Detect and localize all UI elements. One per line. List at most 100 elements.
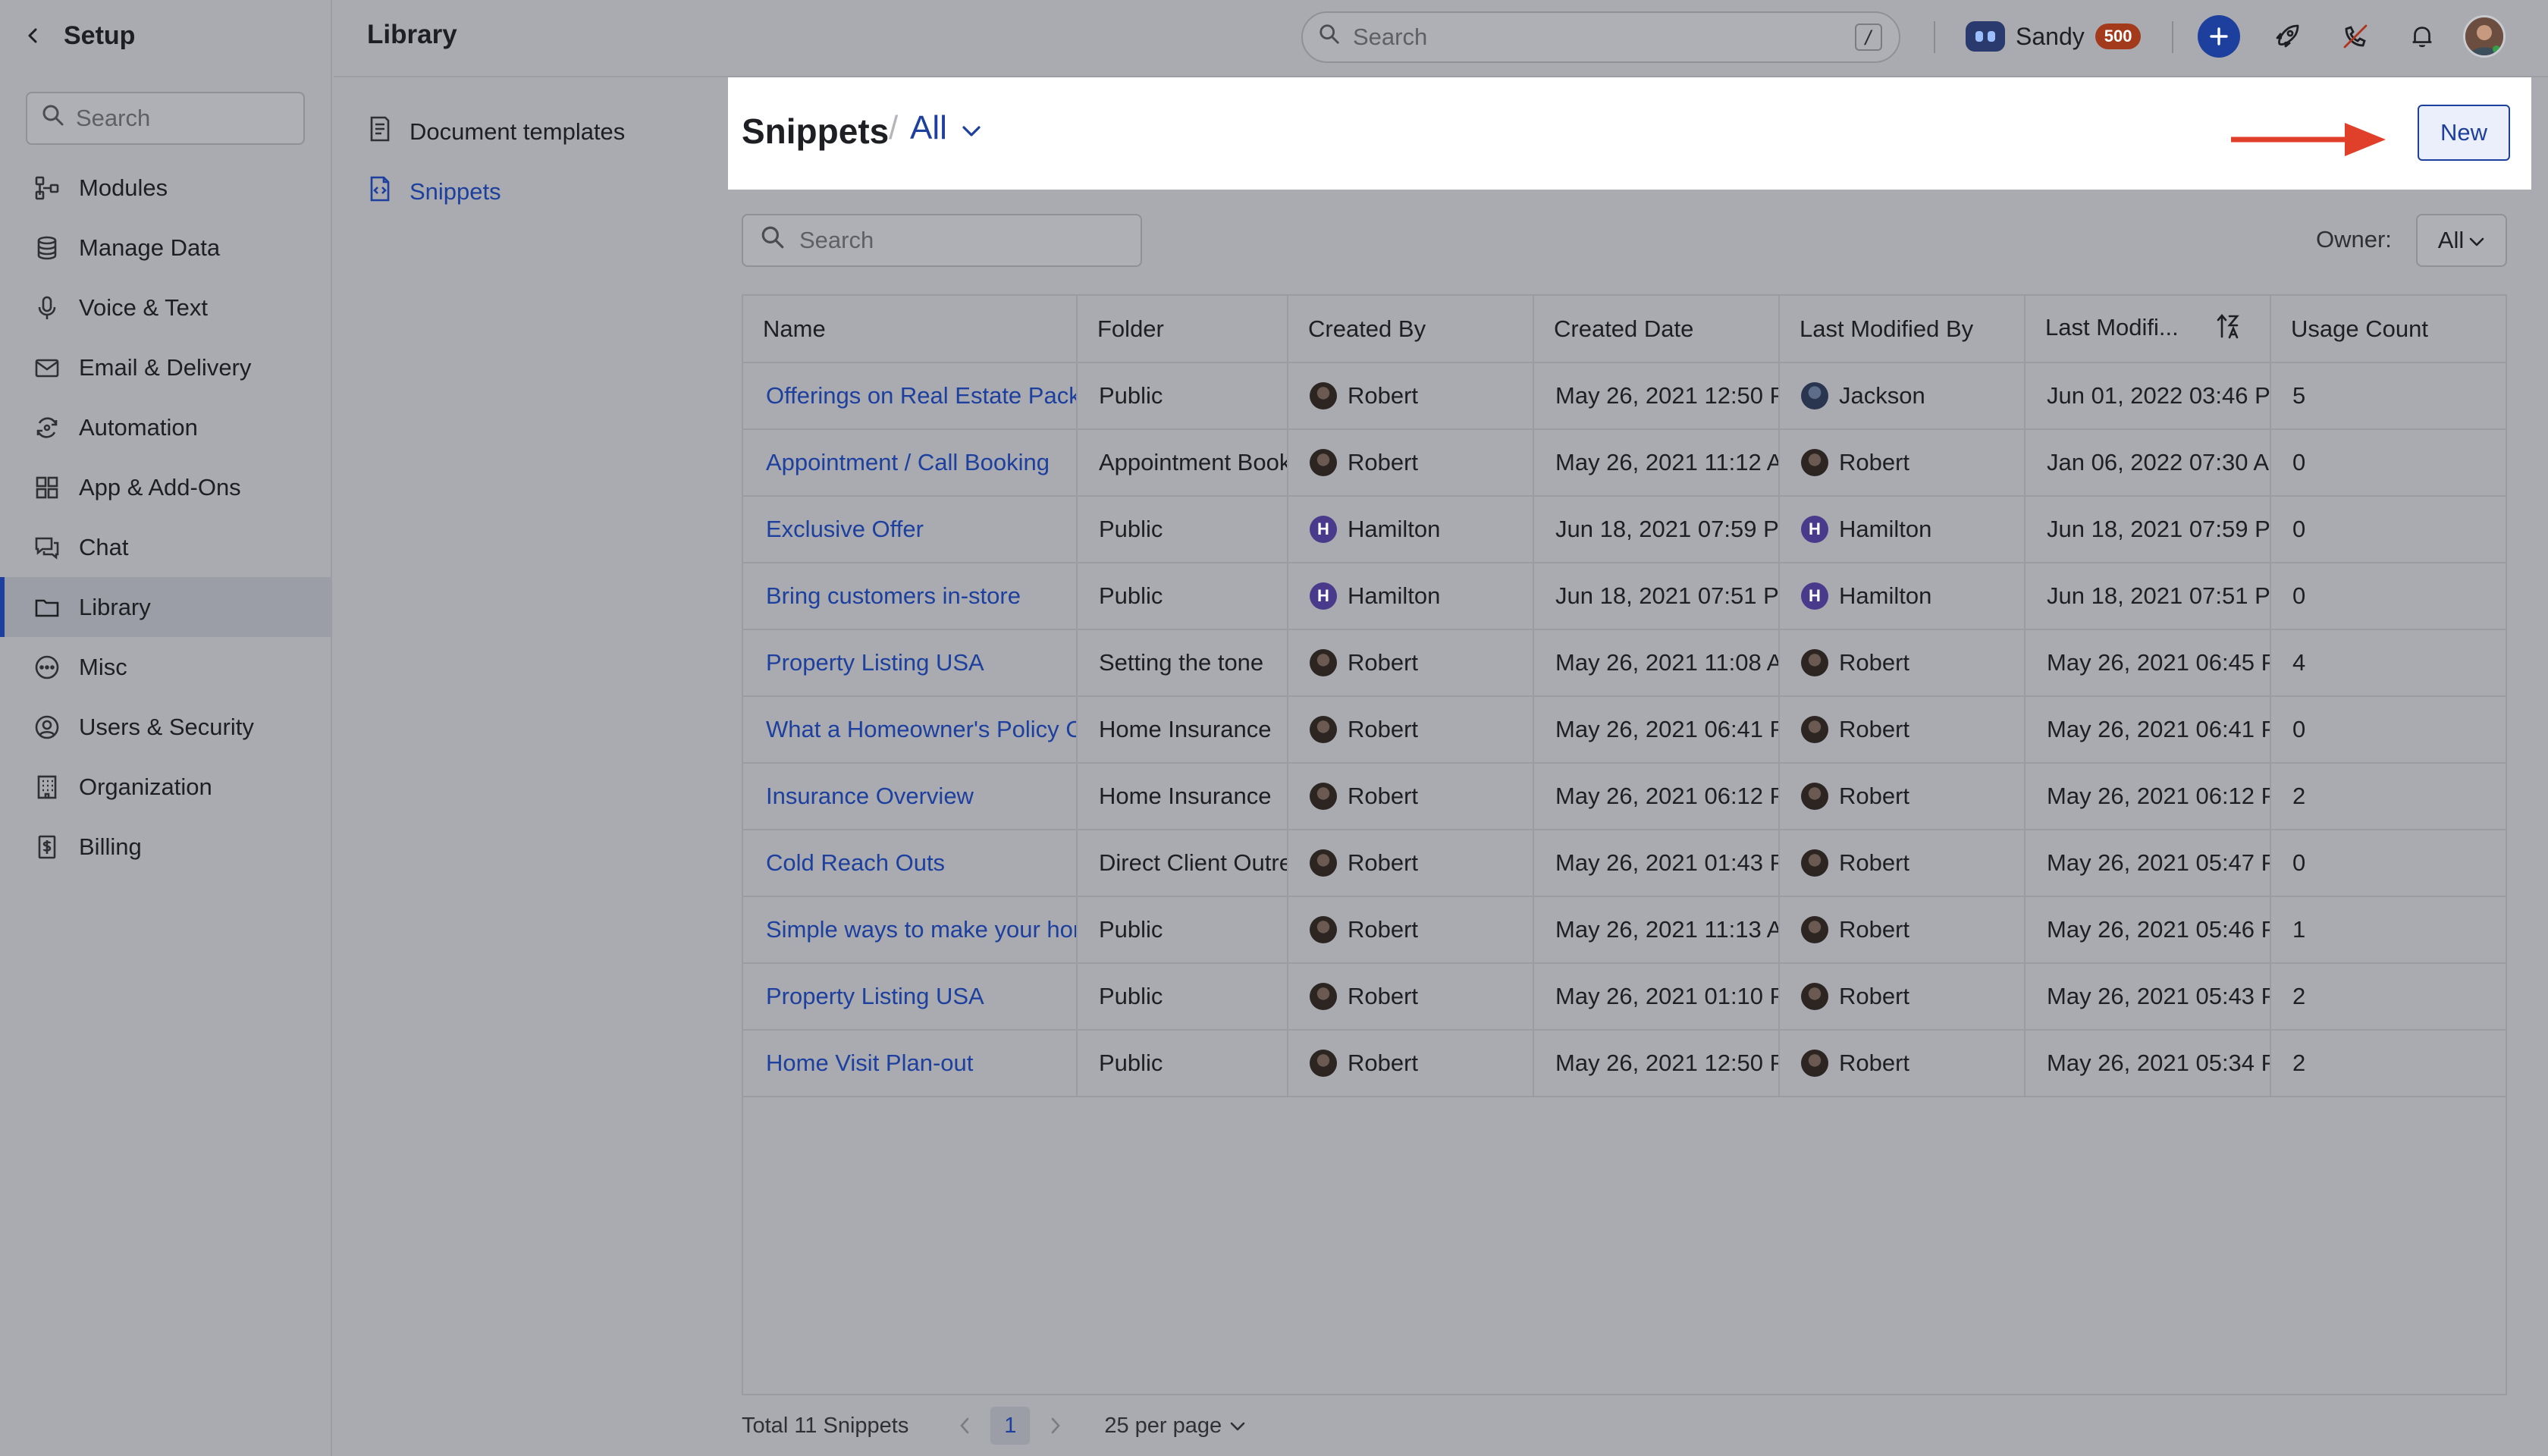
created-date-cell: May 26, 2021 11:13 AM xyxy=(1533,896,1780,964)
sidebar-menu: Modules Manage Data Voice & Text Email &… xyxy=(0,158,331,877)
folder-filter-dropdown[interactable]: All xyxy=(910,109,982,147)
chevron-down-icon xyxy=(961,109,982,147)
owner-filter-value: All xyxy=(2437,227,2465,253)
modified-date-cell: May 26, 2021 05:47 PM xyxy=(2025,830,2271,897)
snippet-name-link[interactable]: Appointment / Call Booking xyxy=(743,429,1078,497)
table-row[interactable]: What a Homeowner's Policy CoversHome Ins… xyxy=(743,696,2506,764)
table-row[interactable]: Bring customers in-store Public H Hamilton J… xyxy=(743,563,2506,630)
column-header-name[interactable]: Name xyxy=(743,296,1078,363)
snippet-name-link[interactable]: Property Listing USA xyxy=(743,963,1078,1031)
folder-cell: Public xyxy=(1077,563,1288,630)
table-row[interactable]: Property Listing USA Setting the tone Robe… xyxy=(743,629,2506,697)
lib-item-snippets[interactable]: Snippets xyxy=(334,162,728,221)
snippet-search-placeholder: Search xyxy=(799,227,874,253)
user-avatar[interactable] xyxy=(2463,15,2506,58)
sidebar-item-misc[interactable]: Misc xyxy=(0,637,331,697)
bell-icon[interactable] xyxy=(2401,15,2443,58)
person-name: Robert xyxy=(1839,916,1910,943)
chevron-down-icon xyxy=(1229,1414,1246,1439)
sort-icon[interactable] xyxy=(2215,312,2241,346)
usage-count-cell: 0 xyxy=(2270,496,2506,563)
sidebar-item-app-add-ons[interactable]: App & Add-Ons xyxy=(0,457,331,517)
global-search-input[interactable]: Search / xyxy=(1301,11,1900,63)
folder-icon xyxy=(32,592,62,623)
chevron-right-icon[interactable] xyxy=(1042,1415,1069,1436)
sidebar-item-manage-data[interactable]: Manage Data xyxy=(0,218,331,278)
sidebar-item-label: App & Add-Ons xyxy=(79,473,241,500)
sidebar-item-label: Automation xyxy=(79,413,198,441)
add-icon[interactable] xyxy=(2198,15,2240,58)
snippet-name-link[interactable]: Offerings on Real Estate Packages xyxy=(743,362,1078,430)
lib-item-document-templates[interactable]: Document templates xyxy=(334,102,728,162)
page-size-select[interactable]: 25 per page xyxy=(1104,1414,1246,1439)
chevron-left-icon[interactable] xyxy=(951,1415,978,1436)
phone-off-icon[interactable] xyxy=(2334,15,2377,58)
table-row[interactable]: Cold Reach OutsDirect Client Outreach Rob… xyxy=(743,830,2506,897)
avatar xyxy=(1801,783,1828,810)
usage-count-cell: 2 xyxy=(2270,1030,2506,1097)
table-row[interactable]: Exclusive Offer Public H Hamilton Jun 18, 20… xyxy=(743,496,2506,563)
sidebar-item-label: Library xyxy=(79,593,151,620)
table-row[interactable]: Simple ways to make your home Public Rober… xyxy=(743,896,2506,964)
sidebar-search-input[interactable]: Search xyxy=(26,92,305,145)
search-shortcut-key: / xyxy=(1855,24,1882,51)
user-credits[interactable]: Sandy 500 xyxy=(1966,17,2142,56)
sidebar-item-organization[interactable]: Organization xyxy=(0,757,331,817)
sidebar-item-voice-text[interactable]: Voice & Text xyxy=(0,278,331,337)
table-row[interactable]: Appointment / Call Booking Appointment Bo… xyxy=(743,429,2506,497)
column-header-folder[interactable]: Folder xyxy=(1077,296,1288,363)
snippet-name-link[interactable]: Home Visit Plan-out xyxy=(743,1030,1078,1097)
avatar xyxy=(1310,649,1337,676)
snippet-name-link[interactable]: Exclusive Offer xyxy=(743,496,1078,563)
created-by-cell: Robert xyxy=(1288,830,1534,897)
table-row[interactable]: Property Listing USA Public Robert May 26, … xyxy=(743,963,2506,1031)
sidebar-item-automation[interactable]: Automation xyxy=(0,397,331,457)
snippet-name-link[interactable]: What a Homeowner's Policy Covers xyxy=(743,696,1078,764)
snippet-search-input[interactable]: Search xyxy=(742,214,1142,267)
sidebar-item-users-security[interactable]: Users & Security xyxy=(0,697,331,757)
sidebar-header: Setup xyxy=(0,0,331,71)
sidebar-item-email-delivery[interactable]: Email & Delivery xyxy=(0,337,331,397)
back-arrow-icon[interactable] xyxy=(23,26,42,46)
created-by-cell: Robert xyxy=(1288,429,1534,497)
created-by-cell: Robert xyxy=(1288,896,1534,964)
folder-cell: Public xyxy=(1077,1030,1288,1097)
page-button-current[interactable]: 1 xyxy=(990,1407,1031,1445)
sidebar-item-billing[interactable]: Billing xyxy=(0,817,331,877)
modified-date-cell: May 26, 2021 06:12 PM xyxy=(2025,763,2271,830)
created-date-cell: May 26, 2021 01:43 PM xyxy=(1533,830,1780,897)
person-name: Robert xyxy=(1839,716,1910,742)
owner-filter-select[interactable]: All xyxy=(2416,214,2507,267)
usage-count-cell: 2 xyxy=(2270,963,2506,1031)
folder-cell: Appointment Booking xyxy=(1077,429,1288,497)
sidebar-item-library[interactable]: Library xyxy=(0,577,331,637)
usage-count-cell: 1 xyxy=(2270,896,2506,964)
column-header-created-date[interactable]: Created Date xyxy=(1533,296,1780,363)
table-row[interactable]: Home Visit Plan-out Public Robert May 26, 2… xyxy=(743,1030,2506,1097)
page-title: Library xyxy=(367,20,457,49)
sidebar-item-chat[interactable]: Chat xyxy=(0,517,331,577)
snippet-name-link[interactable]: Simple ways to make your home xyxy=(743,896,1078,964)
created-by-cell: H Hamilton xyxy=(1288,563,1534,630)
person-name: Hamilton xyxy=(1348,582,1441,609)
person-name: Jackson xyxy=(1839,382,1925,409)
new-snippet-button[interactable]: New xyxy=(2418,105,2510,161)
top-bar: Library Search / Sandy 500 xyxy=(334,0,2548,77)
snippet-name-link[interactable]: Insurance Overview xyxy=(743,763,1078,830)
person-name: Robert xyxy=(1348,1050,1419,1076)
modified-date-cell: May 26, 2021 05:46 PM xyxy=(2025,896,2271,964)
snippet-name-link[interactable]: Cold Reach Outs xyxy=(743,830,1078,897)
rocket-icon[interactable] xyxy=(2266,15,2308,58)
column-header-last-modified-by[interactable]: Last Modified By xyxy=(1779,296,2026,363)
snippet-name-link[interactable]: Bring customers in-store xyxy=(743,563,1078,630)
divider xyxy=(1934,21,1935,53)
table-row[interactable]: Offerings on Real Estate PackagesPublic R… xyxy=(743,362,2506,430)
column-header-usage-count[interactable]: Usage Count xyxy=(2270,296,2506,363)
table-row[interactable]: Insurance Overview Home Insurance Robert Ma… xyxy=(743,763,2506,830)
person-name: Robert xyxy=(1839,983,1910,1009)
sidebar-item-modules[interactable]: Modules xyxy=(0,158,331,218)
snippet-name-link[interactable]: Property Listing USA xyxy=(743,629,1078,697)
modified-by-cell: Robert xyxy=(1779,830,2026,897)
column-header-created-by[interactable]: Created By xyxy=(1288,296,1534,363)
column-header-last-modified-date[interactable]: Last Modifi... xyxy=(2025,296,2271,363)
